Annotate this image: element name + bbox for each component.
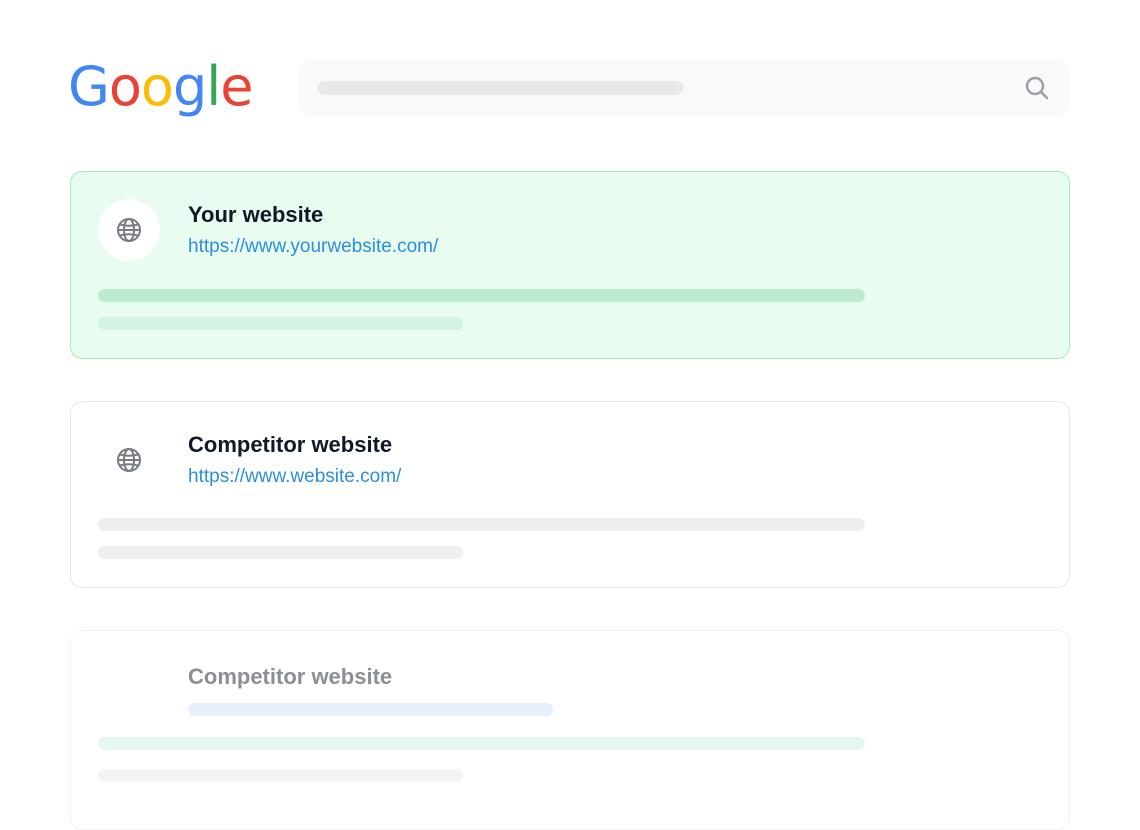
logo-letter: G [68,55,110,118]
logo-letter: g [172,55,207,118]
snippet-line [98,518,865,531]
result-title[interactable]: Competitor website [188,664,392,690]
result-url[interactable]: https://www.yourwebsite.com/ [188,236,438,258]
globe-icon-badge [98,199,160,261]
search-query-placeholder [318,81,683,95]
search-bar[interactable] [298,60,1070,116]
snippet-line [98,317,463,330]
google-logo[interactable]: Google [68,54,253,120]
snippet-line [98,289,865,302]
result-url-placeholder [188,703,553,716]
result-title[interactable]: Competitor website [188,432,392,458]
logo-letter: l [206,55,221,118]
logo-letter: o [140,55,174,118]
result-url[interactable]: https://www.website.com/ [188,466,401,488]
snippet-line [98,737,865,750]
logo-letter: o [108,55,142,118]
globe-icon [117,218,141,242]
search-result-competitor[interactable]: Competitor website https://www.website.c… [70,401,1070,588]
result-title[interactable]: Your website [188,202,323,228]
globe-icon [117,448,141,472]
snippet-line [98,546,463,559]
search-icon[interactable] [1024,75,1050,101]
search-result-competitor-faded[interactable]: Competitor website [70,630,1070,830]
search-result-your-website[interactable]: Your website https://www.yourwebsite.com… [70,171,1070,359]
snippet-line [98,769,463,782]
globe-icon-badge [98,429,160,491]
logo-letter: e [220,55,253,118]
